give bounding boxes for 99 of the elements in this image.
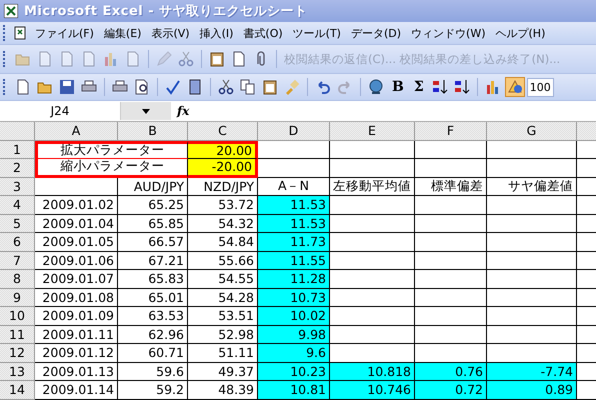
menu-item[interactable]: 編集(E): [100, 24, 146, 42]
bold-button[interactable]: B: [388, 79, 408, 95]
table-cell: 2009.01.07: [35, 270, 118, 288]
column-label: 標準偏差: [415, 178, 487, 196]
table-cell: 48.39: [188, 381, 258, 400]
insert-function-button[interactable]: fx: [177, 104, 190, 118]
table-cell: 11.53: [258, 196, 330, 214]
table-cell: 2009.01.11: [35, 326, 118, 344]
column-label: A－N: [258, 178, 330, 196]
table-cell: 67.21: [118, 252, 188, 270]
table-cell: 65.25: [118, 196, 188, 214]
menu-item[interactable]: データ(D): [346, 24, 406, 42]
table-cell: 49.37: [188, 362, 258, 381]
column-header[interactable]: E: [330, 122, 415, 140]
table-cell: 2009.01.04: [35, 214, 118, 233]
table-cell: 65.85: [118, 214, 188, 233]
row-header[interactable]: 1: [0, 140, 35, 159]
row-header[interactable]: 9: [0, 288, 35, 307]
table-cell: 54.55: [188, 270, 258, 288]
table-cell: 11.53: [258, 214, 330, 233]
column-header[interactable]: D: [258, 122, 330, 140]
row-header[interactable]: 3: [0, 178, 35, 196]
column-label: サヤ偏差値: [487, 178, 577, 196]
table-cell: 54.84: [188, 233, 258, 252]
table-cell: 2009.01.09: [35, 307, 118, 326]
menu-item[interactable]: ヘルプ(H): [492, 24, 550, 42]
column-label: NZD/JPY: [188, 178, 258, 196]
row-header[interactable]: 6: [0, 233, 35, 252]
table-cell: 2009.01.05: [35, 233, 118, 252]
row-header[interactable]: 4: [0, 196, 35, 214]
select-all-corner[interactable]: [0, 122, 35, 140]
column-header[interactable]: B: [118, 122, 188, 140]
table-cell: 63.53: [118, 307, 188, 326]
table-cell: 拡大パラメーター: [35, 140, 188, 159]
menu-item[interactable]: 書式(O): [239, 24, 287, 42]
column-header[interactable]: F: [415, 122, 487, 140]
scissors-icon[interactable]: [216, 77, 236, 97]
row-header[interactable]: 10: [0, 307, 35, 326]
table-cell: 0.76: [415, 362, 487, 381]
table-cell: 9.6: [258, 344, 330, 362]
table-cell: 縮小パラメーター: [35, 159, 188, 178]
table-cell: 20.00: [188, 140, 258, 159]
table-cell: 2009.01.02: [35, 196, 118, 214]
table-cell: 53.51: [188, 307, 258, 326]
row-header[interactable]: 14: [0, 381, 35, 400]
table-cell: 10.73: [258, 288, 330, 307]
table-cell: 55.66: [188, 252, 258, 270]
table-cell: 2009.01.13: [35, 362, 118, 381]
table-cell: 2009.01.06: [35, 252, 118, 270]
table-cell: 10.02: [258, 307, 330, 326]
table-cell: 59.6: [118, 362, 188, 381]
row-header[interactable]: 2: [0, 159, 35, 178]
table-cell: 11.55: [258, 252, 330, 270]
row-header[interactable]: 12: [0, 344, 35, 362]
column-label: AUD/JPY: [118, 178, 188, 196]
zoom-field[interactable]: 100: [526, 78, 554, 96]
row-header[interactable]: 8: [0, 270, 35, 288]
table-cell: 51.11: [188, 344, 258, 362]
menu-item[interactable]: 挿入(I): [196, 24, 238, 42]
table-cell: 0.72: [415, 381, 487, 400]
menu-item[interactable]: ツール(T): [288, 24, 345, 42]
table-cell: 65.01: [118, 288, 188, 307]
table-cell: 2009.01.14: [35, 381, 118, 400]
row-header[interactable]: 13: [0, 362, 35, 381]
table-cell: 11.73: [258, 233, 330, 252]
table-cell: 10.746: [330, 381, 415, 400]
row-header[interactable]: 5: [0, 214, 35, 233]
column-header[interactable]: A: [35, 122, 118, 140]
table-cell: -20.00: [188, 159, 258, 178]
table-cell: 59.2: [118, 381, 188, 400]
table-cell: 10.818: [330, 362, 415, 381]
menu-item[interactable]: ファイル(F): [31, 24, 98, 42]
table-cell: 54.28: [188, 288, 258, 307]
table-cell: 0.89: [487, 381, 577, 400]
column-label: 左移動平均値: [330, 178, 415, 196]
column-header[interactable]: C: [188, 122, 258, 140]
table-cell: 9.98: [258, 326, 330, 344]
row-header[interactable]: 11: [0, 326, 35, 344]
table-cell: 2009.01.12: [35, 344, 118, 362]
excel-icon: [4, 4, 18, 18]
autosum-button[interactable]: Σ: [410, 79, 428, 95]
table-cell: 66.57: [118, 233, 188, 252]
table-cell: 11.28: [258, 270, 330, 288]
window-title: Microsoft Excel - サヤ取りエクセルシート: [24, 3, 308, 20]
table-cell: 2009.01.08: [35, 288, 118, 307]
table-cell: -7.74: [487, 362, 577, 381]
table-cell: 10.23: [258, 362, 330, 381]
table-cell: 52.98: [188, 326, 258, 344]
table-cell: 10.81: [258, 381, 330, 400]
table-cell: 62.96: [118, 326, 188, 344]
menu-item[interactable]: 表示(V): [147, 24, 194, 42]
menu-item[interactable]: ウィンドウ(W): [407, 24, 490, 42]
table-cell: 60.71: [118, 344, 188, 362]
row-header[interactable]: 7: [0, 252, 35, 270]
shapes-icon[interactable]: [504, 77, 525, 97]
column-header[interactable]: G: [487, 122, 577, 140]
table-cell: 65.83: [118, 270, 188, 288]
table-cell: 53.72: [188, 196, 258, 214]
table-cell: 54.32: [188, 214, 258, 233]
